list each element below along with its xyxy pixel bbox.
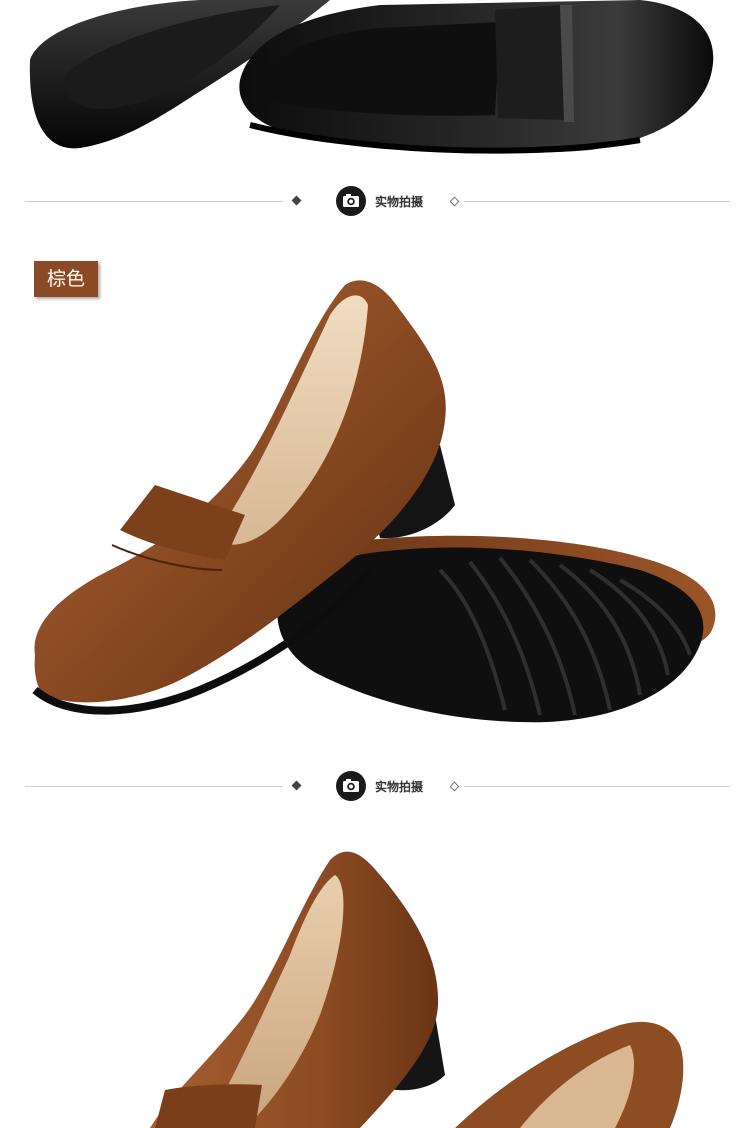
divider-line-left — [25, 201, 283, 202]
diamond-icon — [291, 780, 302, 791]
diamond-icon — [449, 781, 460, 792]
divider-line-right — [464, 201, 730, 202]
diamond-icon — [449, 196, 460, 207]
section-divider: 实物拍摄 — [0, 766, 750, 806]
photo-brown-shoes — [0, 270, 750, 740]
section-label: 实物拍摄 — [375, 780, 424, 794]
camera-icon — [336, 771, 366, 801]
diamond-icon — [291, 195, 302, 206]
section-label: 实物拍摄 — [375, 195, 424, 209]
photo-black-shoes — [0, 0, 750, 175]
section-divider: 实物拍摄 — [0, 181, 750, 221]
divider-line-right — [464, 786, 730, 787]
camera-icon — [336, 186, 366, 216]
divider-line-left — [25, 786, 283, 787]
photo-brown-shoes-side — [0, 845, 750, 1128]
